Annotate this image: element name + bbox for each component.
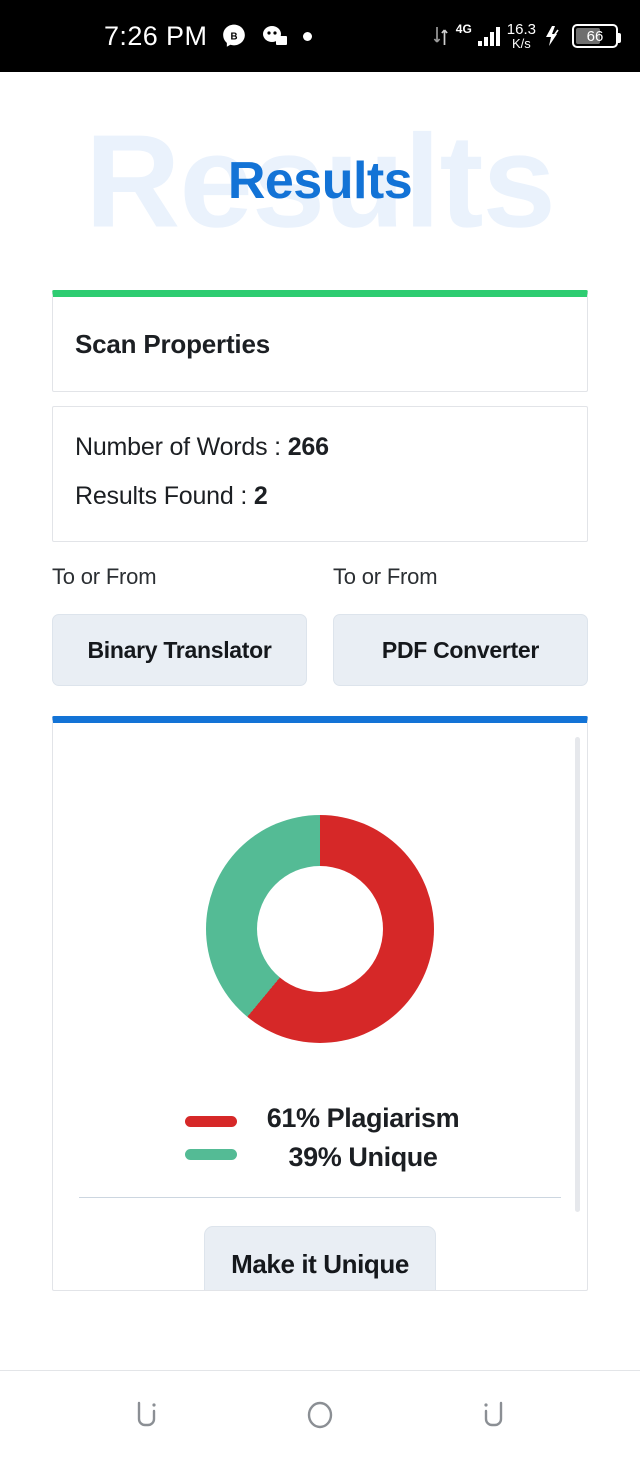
stat-value: 266 — [287, 433, 329, 461]
tool-pdf-converter: To or From PDF Converter — [333, 564, 588, 686]
donut-chart-area — [79, 759, 561, 1043]
stat-number-of-words: Number of Words : 266 — [75, 433, 565, 462]
android-nav-bar — [0, 1370, 640, 1458]
stat-results-found: Results Found : 2 — [75, 482, 565, 511]
tool-binary-translator: To or From Binary Translator — [52, 564, 307, 686]
stat-label: Number of Words : — [75, 433, 288, 461]
donut-hole — [257, 866, 383, 992]
recents-icon[interactable] — [458, 1385, 528, 1445]
dot-icon — [303, 31, 313, 41]
page-title: Results — [227, 152, 413, 210]
page-header: Results Results — [0, 72, 640, 290]
content-wrapper: Scan Properties Number of Words : 266 Re… — [0, 290, 640, 1291]
binary-translator-button[interactable]: Binary Translator — [52, 614, 307, 686]
legend-swatches — [184, 1116, 237, 1160]
status-bar: 7:26 PM B 4G 16.3 K/s 66 — [0, 0, 640, 72]
status-bar-right: 4G 16.3 K/s 66 — [433, 22, 621, 50]
pdf-converter-button[interactable]: PDF Converter — [333, 614, 588, 686]
legend-labels: 61% Plagiarism 39% Unique — [267, 1103, 460, 1173]
discord-icon — [261, 25, 289, 47]
back-icon[interactable] — [112, 1385, 182, 1445]
stat-label: Results Found : — [75, 482, 254, 510]
battery-level: 66 — [586, 27, 604, 45]
charging-bolt-icon — [543, 25, 565, 47]
svg-text:B: B — [231, 31, 238, 42]
legend-label-unique: 39% Unique — [288, 1142, 438, 1172]
messenger-b-icon: B — [221, 23, 247, 49]
stat-value: 2 — [253, 482, 268, 510]
data-speed-indicator: 16.3 K/s — [507, 22, 536, 50]
chart-legend: 61% Plagiarism 39% Unique — [79, 1103, 561, 1173]
network-type-label: 4G — [455, 22, 472, 36]
scan-properties-title: Scan Properties — [75, 328, 270, 359]
status-bar-left: 7:26 PM B — [104, 20, 313, 52]
tool-label: To or From — [333, 564, 438, 589]
data-transfer-icon — [433, 24, 449, 48]
data-speed-value: 16.3 — [506, 21, 536, 38]
tool-label: To or From — [52, 564, 157, 589]
legend-swatch-plagiarism — [184, 1116, 237, 1127]
home-icon[interactable] — [285, 1385, 355, 1445]
battery-indicator: 66 — [572, 24, 621, 48]
legend-label-plagiarism: 61% Plagiarism — [266, 1103, 460, 1133]
scan-stats-card: Number of Words : 266 Results Found : 2 — [52, 406, 588, 542]
chart-divider — [79, 1197, 561, 1198]
legend-swatch-unique — [184, 1149, 237, 1160]
donut-chart — [206, 815, 434, 1043]
plagiarism-chart-card: 61% Plagiarism 39% Unique Make it Unique — [52, 716, 588, 1291]
chart-action-row: Make it Unique — [79, 1226, 561, 1290]
page-content: Results Results Scan Properties Number o… — [0, 72, 640, 1370]
tools-row: To or From Binary Translator To or From … — [52, 564, 588, 686]
make-it-unique-button[interactable]: Make it Unique — [204, 1226, 436, 1290]
data-speed-unit: K/s — [512, 36, 531, 51]
status-time: 7:26 PM — [104, 20, 208, 51]
chart-card-body: 61% Plagiarism 39% Unique Make it Unique — [53, 723, 587, 1290]
scan-properties-card: Scan Properties — [52, 290, 588, 392]
signal-bars-icon — [477, 26, 500, 46]
